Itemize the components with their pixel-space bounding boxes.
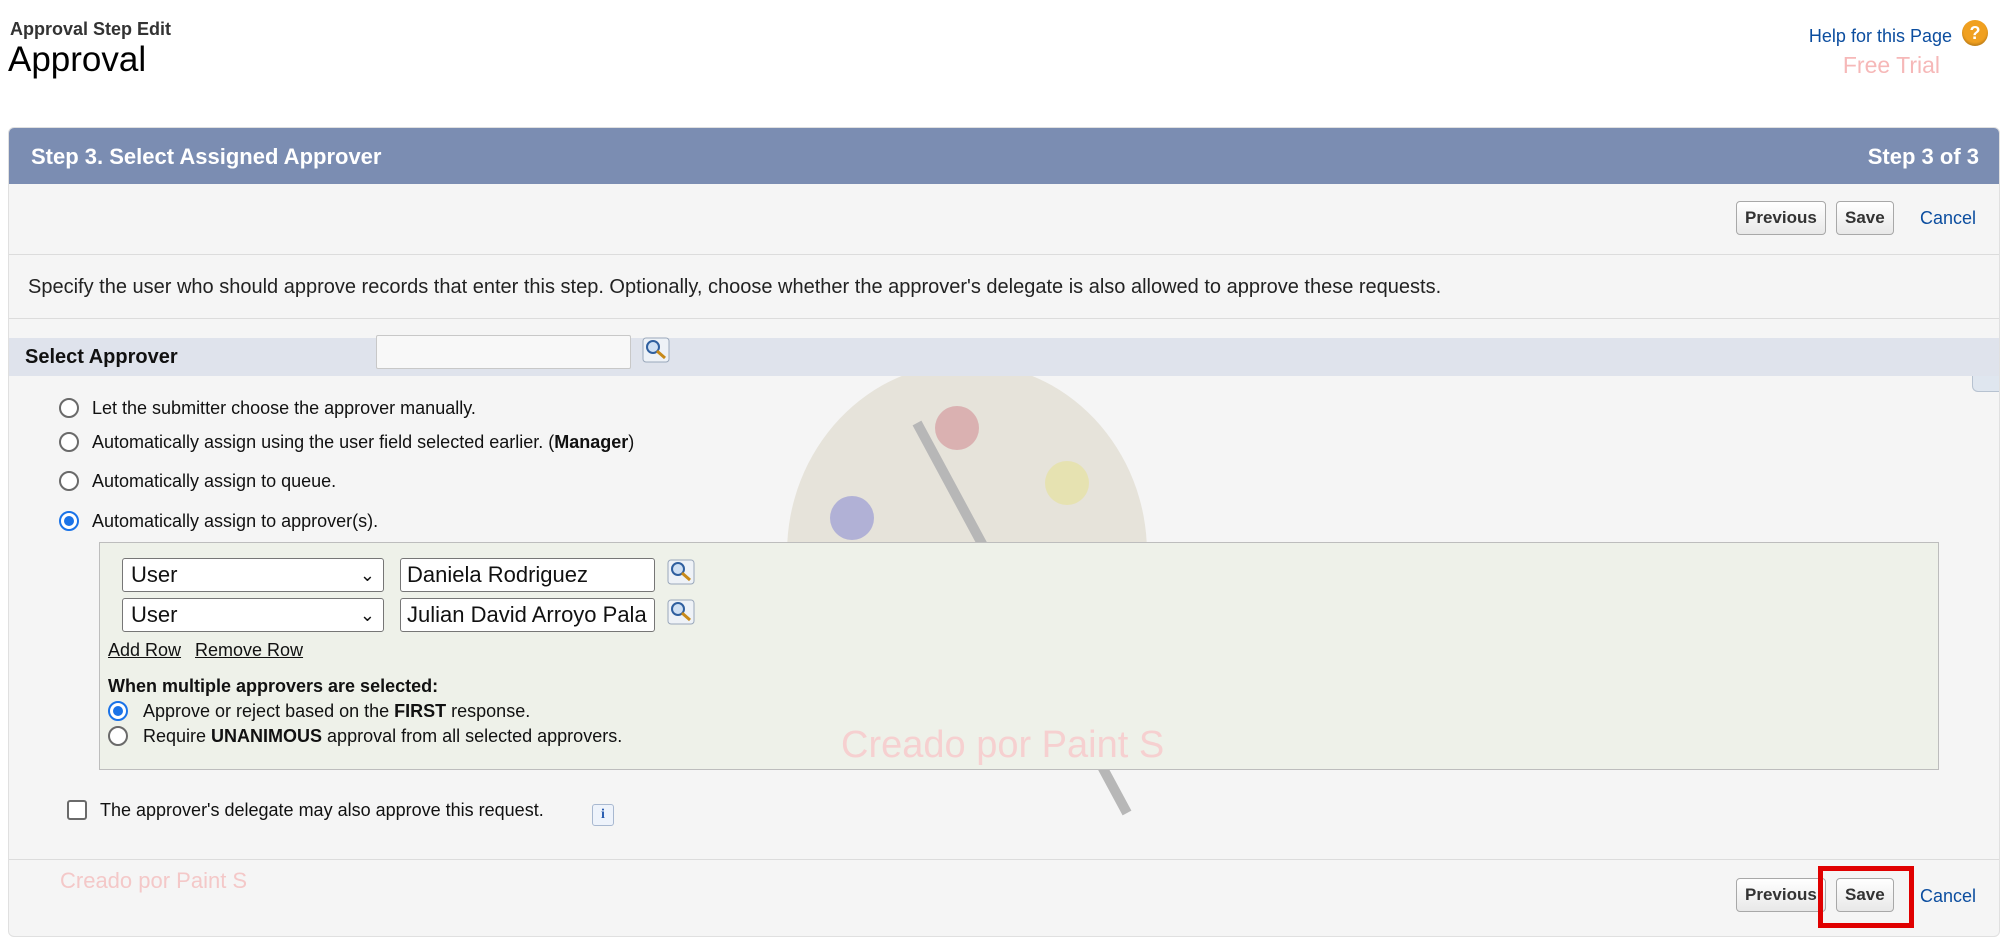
instructions-text: Specify the user who should approve reco… <box>28 276 1442 298</box>
previous-button-bottom[interactable]: Previous <box>1736 878 1826 912</box>
select-approver-section: Select Approver <box>9 338 1999 376</box>
option-label-approvers: Automatically assign to approver(s). <box>92 511 379 531</box>
option-label-user-field: Automatically assign using the user fiel… <box>92 432 634 453</box>
approver-name-input-2[interactable]: Julian David Arroyo Pala <box>400 598 655 632</box>
delegate-label: The approver's delegate may also approve… <box>100 800 544 820</box>
approver-name-input-1[interactable]: Daniela Rodriguez <box>400 558 655 592</box>
chevron-down-icon: ⌄ <box>359 605 375 625</box>
help-icon[interactable]: ? <box>1962 20 1988 46</box>
label-bold: FIRST <box>394 701 447 721</box>
center-watermark: Creado por Paint S <box>841 724 1165 766</box>
approver-type-select-1[interactable]: User ⌄ <box>122 558 384 592</box>
radio-unanimous[interactable] <box>108 726 128 746</box>
cancel-link-bottom[interactable]: Cancel <box>1920 886 1976 907</box>
step-indicator: Step 3 of 3 <box>1867 144 1979 169</box>
option-label-bold: Manager <box>554 432 629 452</box>
save-highlight-box <box>1818 866 1914 928</box>
delegate-checkbox[interactable] <box>67 800 87 820</box>
queue-input[interactable] <box>376 335 631 369</box>
first-response-label: Approve or reject based on the FIRST res… <box>143 701 530 722</box>
unanimous-label: Require UNANIMOUS approval from all sele… <box>143 726 622 747</box>
option-label-suffix: ) <box>628 432 635 452</box>
option-label-queue: Automatically assign to queue. <box>92 471 337 491</box>
free-trial-watermark: Free Trial <box>1842 52 1940 78</box>
divider <box>9 859 1999 860</box>
divider <box>9 254 1999 255</box>
divider <box>9 318 1999 319</box>
page-type-label: Approval Step Edit <box>10 19 172 39</box>
queue-lookup-icon[interactable] <box>642 337 670 363</box>
label-suffix: response. <box>446 701 531 721</box>
option-label-submitter: Let the submitter choose the approver ma… <box>92 398 476 418</box>
cancel-link-top[interactable]: Cancel <box>1920 208 1976 229</box>
approver-type-value: User <box>131 562 178 587</box>
remove-row-link[interactable]: Remove Row <box>195 640 303 661</box>
radio-user-field[interactable] <box>59 432 79 452</box>
panel-title: Step 3. Select Assigned Approver <box>31 144 382 169</box>
section-title: Select Approver <box>25 346 178 368</box>
panel-header: Step 3. Select Assigned Approver Step 3 … <box>9 128 1999 184</box>
label-prefix: Require <box>143 726 212 746</box>
radio-submitter-choose[interactable] <box>59 398 79 418</box>
radio-approvers[interactable] <box>59 511 79 531</box>
step-panel: Step 3. Select Assigned Approver Step 3 … <box>8 127 2000 937</box>
previous-button-top[interactable]: Previous <box>1736 201 1826 235</box>
multi-approver-title: When multiple approvers are selected: <box>108 676 439 696</box>
approver-type-value: User <box>131 602 178 627</box>
info-icon[interactable]: i <box>592 804 614 826</box>
radio-queue[interactable] <box>59 471 79 491</box>
approver-lookup-icon-2[interactable] <box>667 599 695 625</box>
page-title: Approval <box>8 40 147 79</box>
save-button-top[interactable]: Save <box>1836 201 1894 235</box>
bottom-left-watermark: Creado por Paint S <box>60 868 248 893</box>
option-label-prefix: Automatically assign using the user fiel… <box>92 432 555 452</box>
label-suffix: approval from all selected approvers. <box>322 726 623 746</box>
help-link[interactable]: Help for this Page <box>1809 26 1952 47</box>
approver-type-select-2[interactable]: User ⌄ <box>122 598 384 632</box>
radio-first-response[interactable] <box>108 701 128 721</box>
approver-lookup-icon-1[interactable] <box>667 559 695 585</box>
label-prefix: Approve or reject based on the <box>143 701 395 721</box>
label-bold: UNANIMOUS <box>211 726 323 746</box>
approval-step-edit-page: Approval Step Edit Approval Help for thi… <box>0 0 2000 942</box>
add-row-link[interactable]: Add Row <box>108 640 181 661</box>
chevron-down-icon: ⌄ <box>359 565 375 585</box>
